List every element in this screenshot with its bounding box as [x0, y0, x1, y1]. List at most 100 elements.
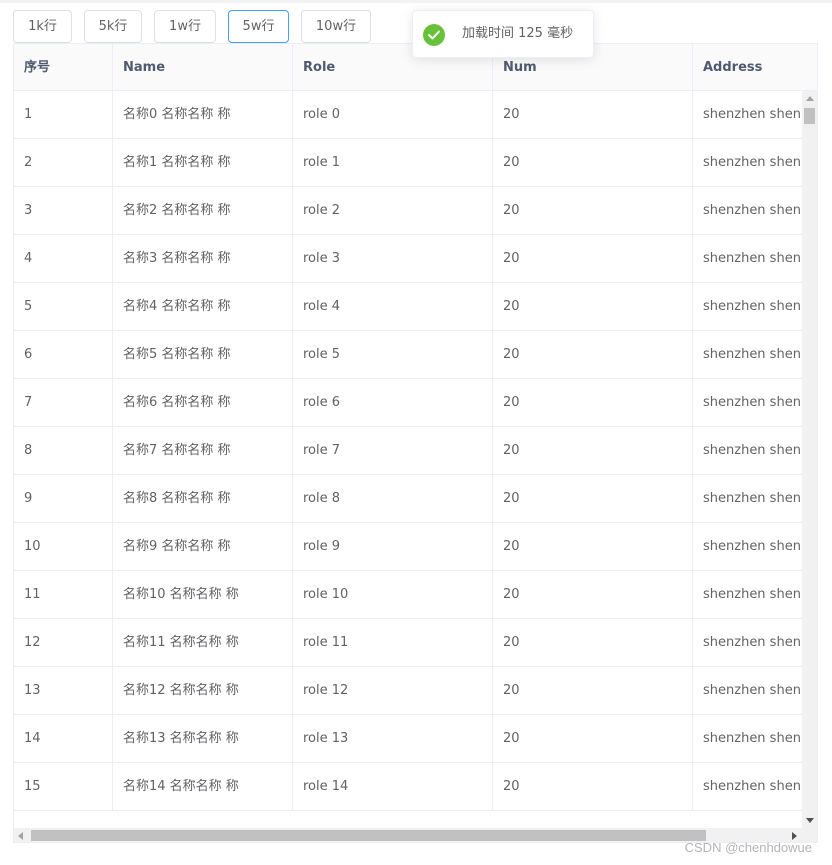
cell-role: role 3: [293, 235, 493, 282]
cell-name: 名称9 名称名称 称: [113, 523, 293, 570]
cell-role: role 1: [293, 139, 493, 186]
cell-name: 名称8 名称名称 称: [113, 475, 293, 522]
check-circle-icon: [423, 24, 445, 46]
cell-address: shenzhen shen: [703, 395, 801, 410]
cell-address: shenzhen shen: [703, 683, 801, 698]
load-1w-button[interactable]: 1w行: [154, 10, 216, 43]
cell-num: 20: [493, 427, 693, 474]
cell-num: 20: [493, 763, 693, 810]
vertical-scroll-thumb[interactable]: [804, 108, 815, 124]
cell-address: shenzhen shen: [703, 443, 801, 458]
cell-role: role 5: [293, 331, 493, 378]
cell-role: role 9: [293, 523, 493, 570]
horizontal-scroll-thumb[interactable]: [31, 830, 706, 841]
cell-index: 13: [14, 667, 113, 714]
load-time-message: 加载时间 125 毫秒: [412, 10, 594, 58]
cell-role: role 8: [293, 475, 493, 522]
cell-role: role 4: [293, 283, 493, 330]
cell-index: 11: [14, 571, 113, 618]
column-header-index[interactable]: 序号: [14, 44, 113, 91]
column-header-name[interactable]: Name: [113, 44, 293, 91]
load-1k-button[interactable]: 1k行: [13, 10, 72, 43]
scroll-left-arrow-icon[interactable]: [18, 832, 23, 840]
cell-num: 20: [493, 187, 693, 234]
cell-index: 9: [14, 475, 113, 522]
cell-index: 6: [14, 331, 113, 378]
cell-role: role 10: [293, 571, 493, 618]
cell-num: 20: [493, 667, 693, 714]
cell-index: 4: [14, 235, 113, 282]
cell-num: 20: [493, 571, 693, 618]
table-body: 1 名称0 名称名称 称 role 0 20 shenzhen shen 2 名称1 名称名…: [14, 91, 802, 828]
table-row[interactable]: 5 名称4 名称名称 称 role 4 20 shenzhen shen: [14, 283, 802, 331]
cell-address: shenzhen shen: [703, 347, 801, 362]
table-row[interactable]: 12 名称11 名称名称 称 role 11 20 shenzhen shen: [14, 619, 802, 667]
cell-address: shenzhen shen: [703, 203, 801, 218]
cell-num: 20: [493, 523, 693, 570]
cell-role: role 6: [293, 379, 493, 426]
cell-address: shenzhen shen: [703, 779, 801, 794]
column-header-address[interactable]: Address: [693, 44, 817, 91]
table-row[interactable]: 15 名称14 名称名称 称 role 14 20 shenzhen shen: [14, 763, 802, 811]
table-row[interactable]: 10 名称9 名称名称 称 role 9 20 shenzhen shen: [14, 523, 802, 571]
table-row[interactable]: 14 名称13 名称名称 称 role 13 20 shenzhen shen: [14, 715, 802, 763]
cell-num: 20: [493, 235, 693, 282]
cell-num: 20: [493, 139, 693, 186]
load-5k-button[interactable]: 5k行: [84, 10, 142, 43]
cell-name: 名称12 名称名称 称: [113, 667, 293, 714]
cell-index: 3: [14, 187, 113, 234]
cell-index: 1: [14, 91, 113, 138]
cell-name: 名称5 名称名称 称: [113, 331, 293, 378]
cell-index: 7: [14, 379, 113, 426]
cell-num: 20: [493, 331, 693, 378]
scroll-right-arrow-icon[interactable]: [792, 832, 797, 840]
cell-name: 名称7 名称名称 称: [113, 427, 293, 474]
cell-name: 名称3 名称名称 称: [113, 235, 293, 282]
cell-index: 2: [14, 139, 113, 186]
table-row[interactable]: 1 名称0 名称名称 称 role 0 20 shenzhen shen: [14, 91, 802, 139]
cell-index: 12: [14, 619, 113, 666]
cell-role: role 7: [293, 427, 493, 474]
cell-address: shenzhen shen: [703, 251, 801, 266]
table-row[interactable]: 3 名称2 名称名称 称 role 2 20 shenzhen shen: [14, 187, 802, 235]
cell-name: 名称0 名称名称 称: [113, 91, 293, 138]
table-row[interactable]: 7 名称6 名称名称 称 role 6 20 shenzhen shen: [14, 379, 802, 427]
cell-name: 名称2 名称名称 称: [113, 187, 293, 234]
cell-index: 14: [14, 715, 113, 762]
table-row[interactable]: 2 名称1 名称名称 称 role 1 20 shenzhen shen: [14, 139, 802, 187]
load-time-text: 加载时间 125 毫秒: [462, 26, 574, 41]
cell-num: 20: [493, 91, 693, 138]
cell-role: role 14: [293, 763, 493, 810]
table-row[interactable]: 13 名称12 名称名称 称 role 12 20 shenzhen shen: [14, 667, 802, 715]
cell-num: 20: [493, 475, 693, 522]
table-row[interactable]: 4 名称3 名称名称 称 role 3 20 shenzhen shen: [14, 235, 802, 283]
cell-role: role 11: [293, 619, 493, 666]
load-5w-button[interactable]: 5w行: [228, 10, 289, 43]
top-divider: [0, 0, 832, 3]
cell-num: 20: [493, 619, 693, 666]
cell-address: shenzhen shen: [703, 299, 801, 314]
cell-role: role 12: [293, 667, 493, 714]
load-10w-button[interactable]: 10w行: [301, 10, 371, 43]
cell-index: 10: [14, 523, 113, 570]
table-row[interactable]: 8 名称7 名称名称 称 role 7 20 shenzhen shen: [14, 427, 802, 475]
csdn-watermark: CSDN @chenhdowue: [684, 840, 812, 855]
cell-name: 名称1 名称名称 称: [113, 139, 293, 186]
cell-address: shenzhen shen: [703, 491, 801, 506]
table-row[interactable]: 11 名称10 名称名称 称 role 10 20 shenzhen shen: [14, 571, 802, 619]
cell-name: 名称10 名称名称 称: [113, 571, 293, 618]
cell-address: shenzhen shen: [703, 731, 801, 746]
table-row[interactable]: 9 名称8 名称名称 称 role 8 20 shenzhen shen: [14, 475, 802, 523]
cell-address: shenzhen shen: [703, 155, 801, 170]
cell-role: role 0: [293, 91, 493, 138]
cell-index: 15: [14, 763, 113, 810]
cell-index: 5: [14, 283, 113, 330]
cell-num: 20: [493, 715, 693, 762]
vertical-scrollbar[interactable]: [802, 91, 817, 828]
scroll-down-arrow-icon[interactable]: [806, 818, 814, 823]
cell-name: 名称4 名称名称 称: [113, 283, 293, 330]
table-row[interactable]: 6 名称5 名称名称 称 role 5 20 shenzhen shen: [14, 331, 802, 379]
cell-name: 名称13 名称名称 称: [113, 715, 293, 762]
scroll-up-arrow-icon[interactable]: [806, 96, 814, 101]
cell-address: shenzhen shen: [703, 635, 801, 650]
